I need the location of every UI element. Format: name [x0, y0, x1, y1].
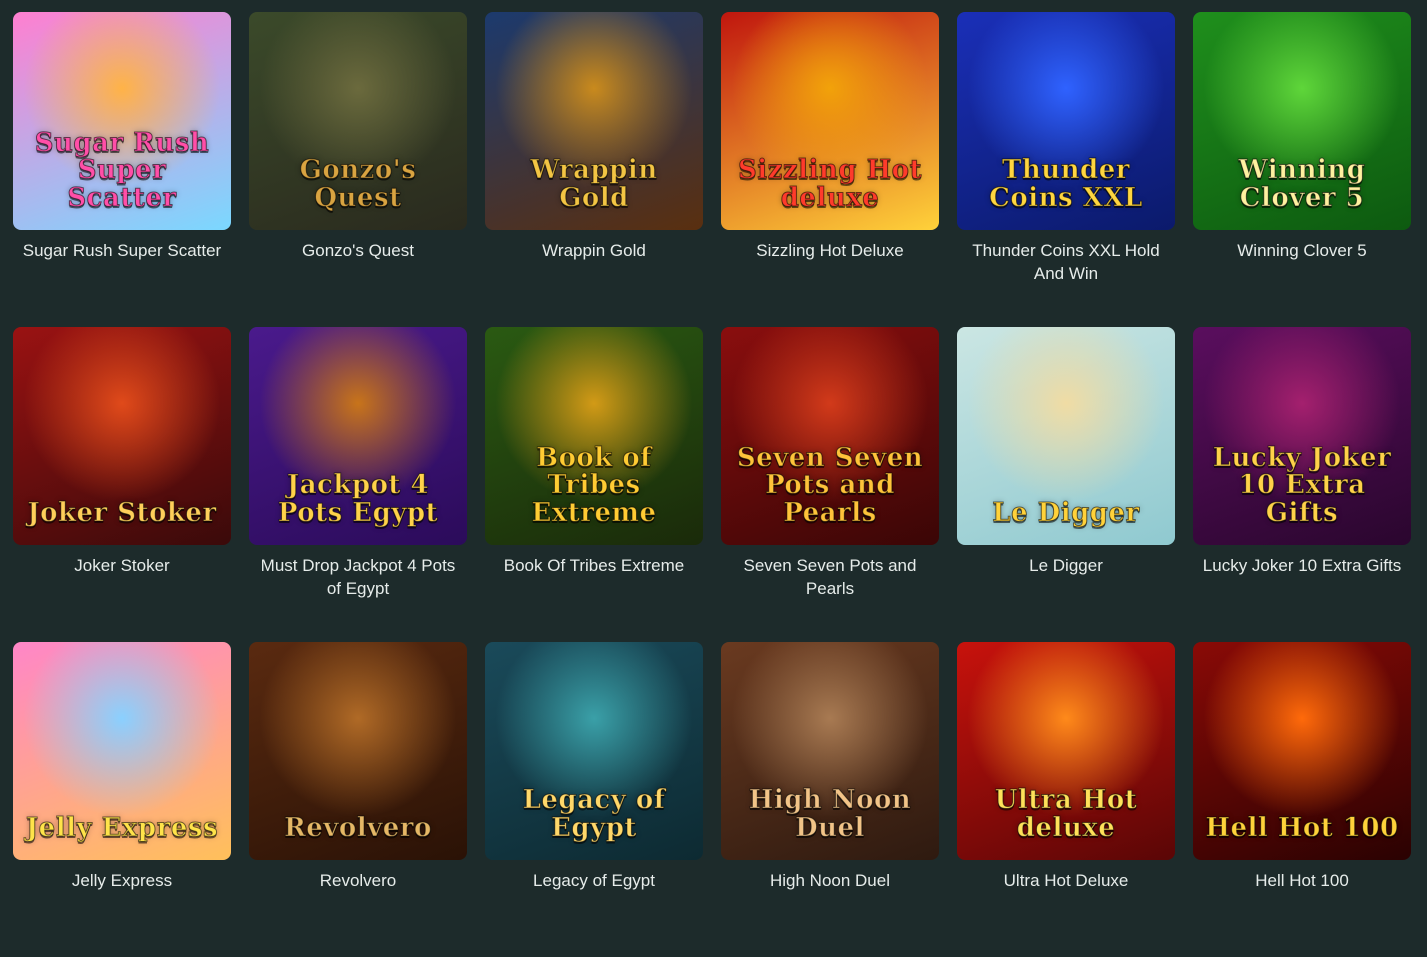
game-logo: Hell Hot 100 — [1205, 812, 1399, 843]
game-logo: High Noon Duel — [748, 785, 912, 843]
game-card[interactable]: Jackpot 4 Pots Egypt Must Drop Jackpot 4 … — [249, 327, 467, 642]
game-logo: Thunder Coins XXL — [989, 155, 1143, 213]
game-card[interactable]: Winning Clover 5 Winning Clover 5 — [1193, 12, 1411, 327]
game-logo: Ultra Hot deluxe — [994, 785, 1138, 843]
game-title[interactable]: Gonzo's Quest — [249, 239, 467, 262]
game-thumbnail[interactable]: Jelly Express — [13, 642, 231, 860]
game-logo: Sugar Rush Super Scatter — [34, 128, 210, 213]
game-logo: Book of Tribes Extreme — [531, 443, 657, 528]
game-grid: Sugar Rush Super Scatter Sugar Rush Super… — [13, 12, 1419, 957]
game-logo: Gonzo's Quest — [299, 155, 417, 213]
game-title[interactable]: Thunder Coins XXL Hold And Win — [957, 239, 1175, 285]
game-title[interactable]: Ultra Hot Deluxe — [957, 869, 1175, 892]
game-thumbnail[interactable]: Winning Clover 5 — [1193, 12, 1411, 230]
game-logo: Jelly Express — [25, 812, 219, 843]
game-title[interactable]: Sugar Rush Super Scatter — [13, 239, 231, 262]
game-card[interactable]: Joker Stoker Joker Stoker — [13, 327, 231, 642]
game-card[interactable]: Revolvero Revolvero — [249, 642, 467, 957]
game-thumbnail[interactable]: Jackpot 4 Pots Egypt — [249, 327, 467, 545]
game-title[interactable]: Lucky Joker 10 Extra Gifts — [1193, 554, 1411, 577]
game-title[interactable]: Seven Seven Pots and Pearls — [721, 554, 939, 600]
game-thumbnail[interactable]: Le Digger — [957, 327, 1175, 545]
game-thumbnail[interactable]: Book of Tribes Extreme — [485, 327, 703, 545]
game-thumbnail[interactable]: Seven Seven Pots and Pearls — [721, 327, 939, 545]
game-card[interactable]: Legacy of Egypt Legacy of Egypt — [485, 642, 703, 957]
game-logo: Seven Seven Pots and Pearls — [736, 443, 924, 528]
game-title[interactable]: High Noon Duel — [721, 869, 939, 892]
game-thumbnail[interactable]: Joker Stoker — [13, 327, 231, 545]
game-thumbnail[interactable]: Gonzo's Quest — [249, 12, 467, 230]
game-thumbnail[interactable]: High Noon Duel — [721, 642, 939, 860]
game-logo: Jackpot 4 Pots Egypt — [277, 470, 439, 528]
game-logo: Sizzling Hot deluxe — [738, 155, 923, 213]
game-card[interactable]: Ultra Hot deluxe Ultra Hot Deluxe — [957, 642, 1175, 957]
game-card[interactable]: Gonzo's Quest Gonzo's Quest — [249, 12, 467, 327]
game-card[interactable]: Book of Tribes Extreme Book Of Tribes Ext… — [485, 327, 703, 642]
game-title[interactable]: Wrappin Gold — [485, 239, 703, 262]
game-card[interactable]: High Noon Duel High Noon Duel — [721, 642, 939, 957]
game-card[interactable]: Hell Hot 100 Hell Hot 100 — [1193, 642, 1411, 957]
game-title[interactable]: Jelly Express — [13, 869, 231, 892]
game-title[interactable]: Book Of Tribes Extreme — [485, 554, 703, 577]
game-card[interactable]: Thunder Coins XXL Thunder Coins XXL Hold … — [957, 12, 1175, 327]
game-logo: Winning Clover 5 — [1238, 155, 1366, 213]
game-title[interactable]: Le Digger — [957, 554, 1175, 577]
game-thumbnail[interactable]: Thunder Coins XXL — [957, 12, 1175, 230]
game-logo: Wrappin Gold — [530, 155, 658, 213]
game-logo: Le Digger — [992, 497, 1140, 528]
game-card[interactable]: Wrappin Gold Wrappin Gold — [485, 12, 703, 327]
game-logo: Revolvero — [284, 812, 432, 843]
game-card[interactable]: Sugar Rush Super Scatter Sugar Rush Super… — [13, 12, 231, 327]
game-title[interactable]: Must Drop Jackpot 4 Pots of Egypt — [249, 554, 467, 600]
game-thumbnail[interactable]: Legacy of Egypt — [485, 642, 703, 860]
game-logo: Lucky Joker 10 Extra Gifts — [1212, 443, 1392, 528]
game-thumbnail[interactable]: Sugar Rush Super Scatter — [13, 12, 231, 230]
game-thumbnail[interactable]: Ultra Hot deluxe — [957, 642, 1175, 860]
game-title[interactable]: Revolvero — [249, 869, 467, 892]
game-title[interactable]: Joker Stoker — [13, 554, 231, 577]
game-thumbnail[interactable]: Revolvero — [249, 642, 467, 860]
game-title[interactable]: Sizzling Hot Deluxe — [721, 239, 939, 262]
game-title[interactable]: Hell Hot 100 — [1193, 869, 1411, 892]
game-title[interactable]: Winning Clover 5 — [1193, 239, 1411, 262]
game-card[interactable]: Sizzling Hot deluxe Sizzling Hot Deluxe — [721, 12, 939, 327]
game-card[interactable]: Jelly Express Jelly Express — [13, 642, 231, 957]
game-title[interactable]: Legacy of Egypt — [485, 869, 703, 892]
game-thumbnail[interactable]: Sizzling Hot deluxe — [721, 12, 939, 230]
game-logo: Legacy of Egypt — [522, 785, 666, 843]
game-card[interactable]: Le Digger Le Digger — [957, 327, 1175, 642]
game-thumbnail[interactable]: Hell Hot 100 — [1193, 642, 1411, 860]
game-logo: Joker Stoker — [27, 497, 217, 528]
game-card[interactable]: Lucky Joker 10 Extra Gifts Lucky Joker 10… — [1193, 327, 1411, 642]
game-thumbnail[interactable]: Lucky Joker 10 Extra Gifts — [1193, 327, 1411, 545]
game-card[interactable]: Seven Seven Pots and Pearls Seven Seven P… — [721, 327, 939, 642]
game-thumbnail[interactable]: Wrappin Gold — [485, 12, 703, 230]
